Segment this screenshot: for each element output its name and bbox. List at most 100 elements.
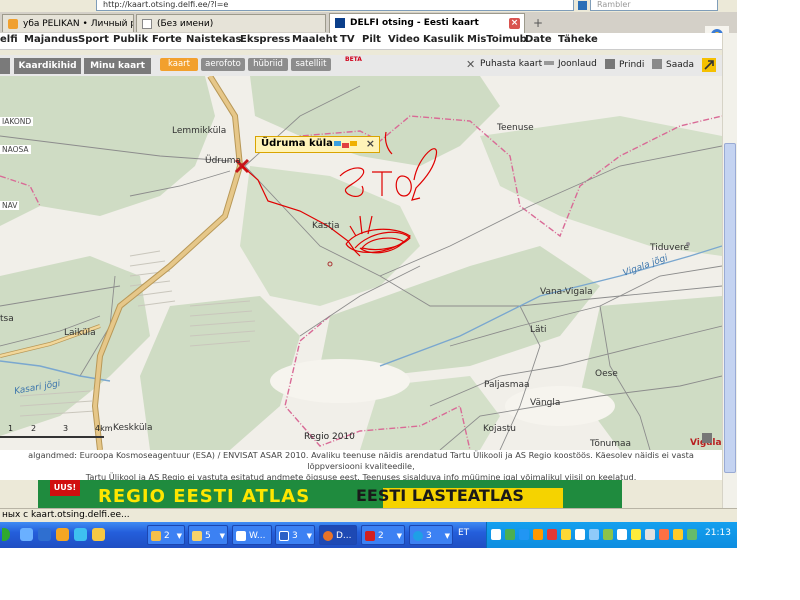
tray-icon[interactable] [617, 529, 627, 540]
tray-icon[interactable] [491, 529, 501, 540]
search-input[interactable]: Rambler [590, 0, 718, 11]
tab-kaardikihid[interactable]: Kaardikihid [14, 58, 81, 74]
nav-item[interactable]: Maaleht [292, 34, 338, 45]
taskbar-button-group[interactable]: 2 ▼ [361, 525, 405, 545]
tool-label: Prindi [619, 60, 645, 70]
mode-hybriid-button[interactable]: hübriid [248, 58, 288, 71]
place-popup[interactable]: Üdruma küla × [255, 136, 380, 153]
ad-banner[interactable]: UUS! REGIO EESTI ATLAS EESTI LASTEATLAS [38, 480, 622, 508]
language-indicator[interactable]: ET [458, 528, 469, 538]
network-icon[interactable] [589, 529, 599, 540]
taskbar-button[interactable]: W... [232, 525, 272, 545]
mode-aerofoto-button[interactable]: aerofoto [201, 58, 245, 71]
pdf-icon [365, 531, 375, 541]
nav-item[interactable]: TV [340, 34, 355, 45]
popup-flag-icons[interactable] [334, 139, 358, 150]
tray-icon[interactable] [603, 529, 613, 540]
nav-item[interactable]: Forte [152, 34, 182, 45]
place-label: Vana-Vigala [540, 287, 593, 297]
nav-item[interactable]: Pilt [362, 34, 381, 45]
tray-icon[interactable] [645, 529, 655, 540]
nav-item[interactable]: Ekspress [240, 34, 290, 45]
nav-item[interactable]: Naistekas [186, 34, 241, 45]
send-button[interactable]: Saada [652, 59, 694, 70]
tray-icon[interactable] [687, 529, 697, 540]
nav-item[interactable]: Majandus [24, 34, 78, 45]
popup-close-icon[interactable]: × [366, 137, 375, 151]
nav-item[interactable]: Sport [78, 34, 109, 45]
taskbar-button-group[interactable]: 2 ▼ [147, 525, 185, 545]
firefox-icon [323, 531, 333, 541]
clear-map-button[interactable]: ✕ Puhasta kaart [466, 59, 542, 70]
map-resize-icon[interactable] [702, 433, 712, 443]
taskbar-button-group[interactable]: 3 ▼ [275, 525, 315, 545]
system-tray: 21:13 [486, 522, 737, 548]
ruler-button[interactable]: Joonlaud [544, 59, 597, 69]
address-input[interactable]: http://kaart.otsing.delfi.ee/?l=e [96, 0, 574, 11]
nav-item[interactable]: Date [525, 34, 552, 45]
scale-tick: 3 [63, 424, 69, 433]
quicklaunch-icon[interactable] [56, 528, 69, 541]
tab-delfi-map[interactable]: DELFI otsing - Eesti kaart × [329, 13, 525, 33]
tab-label: (Без имени) [157, 19, 214, 29]
place-label-cut: NAOSA [0, 145, 31, 154]
caret-down-icon: ▼ [176, 532, 182, 540]
quicklaunch-icon[interactable] [92, 528, 105, 541]
taskbar-button-group[interactable]: 5 ▼ [188, 525, 228, 545]
tool-label: Joonlaud [558, 59, 597, 69]
tab-pelikan[interactable]: уба PELIKAN • Личный разд... [2, 14, 134, 32]
place-label: Paljasmaa [484, 380, 530, 390]
place-label-cut: IAKOND [0, 117, 34, 126]
caret-down-icon: ▼ [306, 532, 312, 540]
tab-minu-kaart[interactable]: Minu kaart [84, 58, 151, 74]
tab-label: уба PELIKAN • Личный разд... [23, 19, 133, 29]
caret-down-icon: ▼ [396, 532, 402, 540]
attribution-line: algandmed: Euroopa Kosmoseagentuur (ESA)… [28, 450, 694, 471]
place-label: Oese [595, 369, 618, 379]
tray-icon[interactable] [519, 529, 529, 540]
tray-icon[interactable] [533, 529, 543, 540]
tray-icon[interactable] [673, 529, 683, 540]
search-engine-icon[interactable] [578, 1, 587, 10]
taskbar-button-group[interactable]: 3 ▼ [409, 525, 453, 545]
quicklaunch-icon[interactable] [74, 528, 87, 541]
mode-satelliit-button[interactable]: satelliit [291, 58, 331, 71]
tray-icon[interactable] [631, 529, 641, 540]
scrollbar-thumb[interactable] [724, 143, 736, 473]
caret-down-icon: ▼ [444, 532, 450, 540]
tray-icon[interactable] [659, 529, 669, 540]
nav-item[interactable]: MisToimub [467, 34, 527, 45]
nav-item[interactable]: Täheke [558, 34, 598, 45]
tray-icon[interactable] [547, 529, 557, 540]
tab-untitled[interactable]: (Без имени) [136, 14, 326, 32]
fullscreen-icon[interactable] [702, 58, 716, 72]
skype-icon [413, 531, 423, 541]
toolbar-edge [0, 58, 10, 74]
close-tab-icon[interactable]: × [509, 18, 520, 29]
place-label: Kastja [312, 221, 340, 231]
nav-item[interactable]: Kasulik [423, 34, 464, 45]
start-button-icon[interactable] [2, 528, 10, 541]
taskbar-clock[interactable]: 21:13 [705, 528, 731, 538]
place-label: Üdruma [205, 156, 241, 166]
volume-icon[interactable] [575, 529, 585, 540]
page-scrollbar[interactable] [722, 33, 737, 508]
print-button[interactable]: Prindi [605, 59, 644, 70]
tray-icon[interactable] [505, 529, 515, 540]
delfi-favicon-icon [335, 18, 345, 28]
beta-badge: BETA [345, 56, 362, 63]
map-canvas[interactable]: Lemmikküla Üdruma Kastja Teenuse Tiduver… [0, 76, 722, 450]
ie-icon[interactable] [38, 528, 51, 541]
tray-icon[interactable] [561, 529, 571, 540]
mode-kaart-button[interactable]: kaart [160, 58, 198, 71]
nav-item[interactable]: Publik [113, 34, 148, 45]
nav-item[interactable]: Video [388, 34, 420, 45]
taskbar-button-active[interactable]: D... [319, 525, 357, 545]
tab-strip: уба PELIKAN • Личный разд... (Без имени)… [0, 12, 737, 44]
desktop-icon[interactable] [20, 528, 33, 541]
nav-item[interactable]: elfi [0, 34, 18, 45]
new-badge: UUS! [50, 480, 80, 496]
place-label: Tiduvere [650, 243, 690, 253]
new-tab-button[interactable]: + [528, 15, 548, 31]
taskbar-label: W... [249, 531, 266, 541]
